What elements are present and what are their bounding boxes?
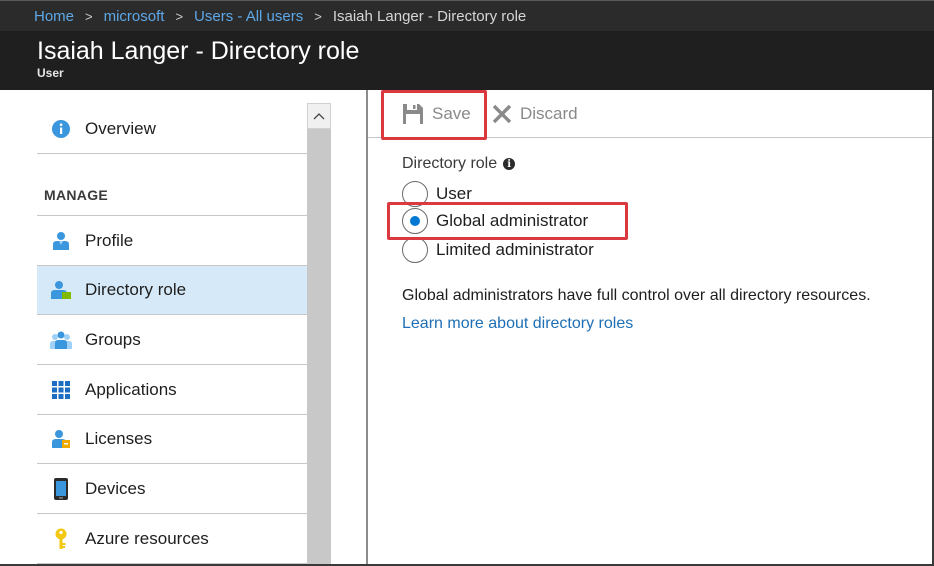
save-button-label: Save — [432, 104, 471, 123]
menu-item-overview[interactable]: Overview — [37, 105, 307, 154]
discard-button-label: Discard — [520, 104, 578, 123]
menu-item-directory-role[interactable]: Directory role — [37, 266, 307, 315]
blade-divider — [366, 90, 368, 566]
menu-item-label: Profile — [85, 231, 134, 250]
menu-item-applications[interactable]: Applications — [37, 366, 307, 415]
page-title: Isaiah Langer - Directory role — [37, 37, 360, 65]
menu-item-label: Azure resources — [85, 529, 209, 548]
info-icon[interactable]: i — [503, 158, 516, 170]
breadcrumb-home-link[interactable]: Home — [34, 8, 74, 25]
menu-item-label: Devices — [85, 479, 146, 498]
gutter — [331, 90, 366, 566]
scroll-up-button[interactable] — [307, 103, 331, 129]
menu-item-label: Licenses — [85, 429, 153, 448]
radio-user[interactable]: User — [402, 181, 472, 207]
menu-scrollbar[interactable] — [307, 103, 331, 566]
radio-label: Limited administrator — [436, 240, 594, 259]
breadcrumb-current: Isaiah Langer - Directory role — [332, 7, 527, 25]
breadcrumb: Home > microsoft > Users - All users > I… — [0, 0, 934, 31]
radio-label: User — [436, 184, 472, 203]
menu-item-profile[interactable]: Profile — [37, 217, 307, 266]
role-description: Global administrators have full control … — [402, 287, 871, 304]
applications-icon — [37, 380, 85, 400]
radio-button[interactable] — [402, 181, 428, 207]
chevron-right-icon: > — [314, 8, 322, 24]
groups-icon — [37, 330, 85, 350]
menu-item-label: Groups — [85, 330, 141, 349]
blade-header: Isaiah Langer - Directory role User — [0, 31, 934, 90]
profile-icon — [37, 231, 85, 251]
menu-item-groups[interactable]: Groups — [37, 316, 307, 365]
divider — [37, 215, 307, 216]
chevron-right-icon: > — [85, 8, 93, 24]
close-icon — [492, 104, 512, 124]
breadcrumb-users-link[interactable]: Users - All users — [194, 8, 303, 25]
radio-limited-administrator[interactable]: Limited administrator — [402, 237, 594, 263]
radio-button-selected[interactable] — [402, 208, 428, 234]
chevron-up-icon — [313, 107, 325, 125]
save-button[interactable]: Save — [402, 90, 471, 138]
menu-item-label: Applications — [85, 380, 177, 399]
licenses-icon — [37, 429, 85, 449]
page-subtitle: User — [37, 66, 64, 80]
menu-item-devices[interactable]: Devices — [37, 465, 307, 514]
left-frame — [0, 90, 37, 566]
radio-label: Global administrator — [436, 211, 589, 230]
learn-more-link[interactable]: Learn more about directory roles — [402, 315, 633, 333]
info-icon — [37, 119, 85, 139]
menu-item-label: Directory role — [85, 280, 187, 299]
radio-button[interactable] — [402, 237, 428, 263]
section-label-manage: MANAGE — [44, 187, 109, 203]
menu-item-licenses[interactable]: Licenses — [37, 415, 307, 464]
directory-role-label: Directory role i — [402, 155, 516, 173]
discard-button[interactable]: Discard — [492, 90, 578, 138]
menu-item-azure-resources[interactable]: Azure resources — [37, 515, 307, 564]
chevron-right-icon: > — [175, 8, 184, 24]
save-icon — [402, 103, 424, 125]
command-bar: Save Discard — [368, 90, 932, 138]
menu-item-label: Overview — [85, 119, 156, 138]
breadcrumb-tenant-link[interactable]: microsoft — [104, 8, 165, 25]
devices-icon — [37, 478, 85, 500]
directory-role-label-text: Directory role — [402, 155, 498, 172]
radio-global-administrator[interactable]: Global administrator — [402, 208, 588, 234]
key-icon — [37, 528, 85, 550]
resource-menu: Overview MANAGE Profile Directory role G… — [37, 90, 307, 566]
directory-role-icon — [37, 280, 85, 300]
